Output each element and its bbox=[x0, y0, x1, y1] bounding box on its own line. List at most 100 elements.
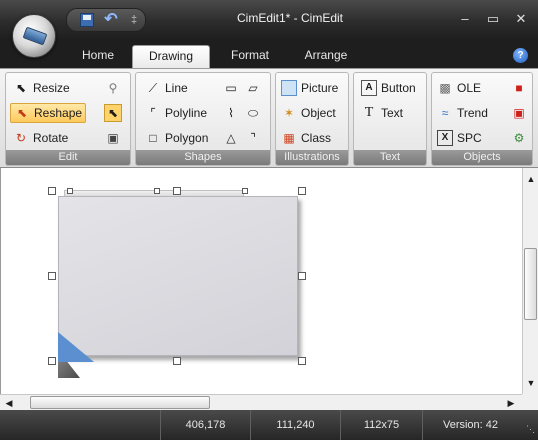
resize-grip-icon[interactable]: ⋱ bbox=[526, 424, 535, 435]
resize-arrow-icon: ⬉ bbox=[15, 81, 27, 95]
resize-button[interactable]: ⬉ Resize bbox=[10, 78, 73, 98]
group-text: A Button T Text Text bbox=[353, 72, 427, 166]
group-illustrations-label: Illustrations bbox=[276, 150, 348, 165]
application-menu-button[interactable] bbox=[12, 14, 56, 58]
horizontal-scrollbar[interactable]: ◀ ▶ bbox=[0, 394, 522, 410]
rotate-arrow-icon: ↻ bbox=[15, 131, 27, 145]
picture-button[interactable]: Picture bbox=[278, 78, 341, 98]
status-object-size: 112x75 bbox=[340, 410, 422, 440]
undo-button[interactable]: ↶ bbox=[101, 11, 121, 29]
scroll-left-icon[interactable]: ◀ bbox=[2, 396, 16, 410]
handle-top-right[interactable] bbox=[298, 187, 306, 195]
horizontal-scroll-thumb[interactable] bbox=[30, 396, 210, 409]
text-icon: T bbox=[364, 105, 374, 120]
polyline-button[interactable]: ⌜ Polyline bbox=[142, 103, 210, 123]
text-button[interactable]: T Text bbox=[358, 103, 406, 123]
handle-middle-left[interactable] bbox=[48, 272, 56, 280]
zoom-icon[interactable]: ⚲ bbox=[104, 79, 122, 97]
activex-icon[interactable]: ■ bbox=[510, 79, 528, 97]
scroll-down-icon[interactable]: ▼ bbox=[524, 376, 538, 390]
text-label: Text bbox=[381, 106, 404, 120]
pipe-icon[interactable]: ⌝ bbox=[244, 129, 262, 147]
status-object-position: 111,240 bbox=[250, 410, 340, 440]
handle-inner-top-right[interactable] bbox=[242, 188, 248, 194]
resize-label: Resize bbox=[33, 81, 70, 95]
reshape-arrow-icon: ⬉ bbox=[16, 106, 28, 120]
reshape-label: Reshape bbox=[34, 106, 83, 120]
trend-label: Trend bbox=[457, 106, 488, 120]
line-label: Line bbox=[165, 81, 188, 95]
ole-button[interactable]: ▩ OLE bbox=[434, 78, 484, 98]
rotate-label: Rotate bbox=[33, 131, 69, 145]
ole-icon: ▩ bbox=[439, 81, 451, 95]
vertical-scroll-thumb[interactable] bbox=[524, 248, 537, 320]
button-button[interactable]: A Button bbox=[358, 78, 419, 98]
spc-icon: X bbox=[437, 130, 453, 146]
status-bar: 406,178 111,240 112x75 Version: 42 ⋱ bbox=[0, 410, 538, 440]
button-label: Button bbox=[381, 81, 416, 95]
tab-arrange[interactable]: Arrange bbox=[290, 45, 362, 68]
save-button[interactable] bbox=[77, 11, 97, 29]
polygon-icon: □ bbox=[149, 131, 157, 145]
class-button[interactable]: ▦ Class bbox=[278, 128, 334, 148]
reshape-button[interactable]: ⬉ Reshape bbox=[10, 103, 87, 123]
polygon-button[interactable]: □ Polygon bbox=[142, 128, 211, 148]
handle-bottom-middle[interactable] bbox=[173, 357, 181, 365]
polyline-label: Polyline bbox=[165, 106, 208, 120]
group-shapes: ⟋ Line ⌜ Polyline □ Polygon ▭ ▱ ⌇ ⬭ △ ⌝ … bbox=[135, 72, 271, 166]
handle-middle-right[interactable] bbox=[298, 272, 306, 280]
line-icon: ⟋ bbox=[148, 81, 158, 95]
status-message bbox=[0, 410, 160, 440]
handle-top-left[interactable] bbox=[48, 187, 56, 195]
quick-access-toolbar: ↶ ‡ bbox=[66, 8, 147, 32]
arc-icon[interactable]: ⌇ bbox=[222, 104, 240, 122]
rotation-marker[interactable] bbox=[58, 332, 94, 362]
spc-button[interactable]: X SPC bbox=[434, 128, 485, 148]
pointer-icon[interactable]: ⬉ bbox=[104, 104, 122, 122]
class-icon: ▦ bbox=[283, 131, 295, 145]
status-cursor-position: 406,178 bbox=[160, 410, 250, 440]
puzzle-icon[interactable]: ▣ bbox=[510, 104, 528, 122]
scroll-up-icon[interactable]: ▲ bbox=[524, 172, 538, 186]
lock-icon[interactable]: ▣ bbox=[104, 129, 122, 147]
gauge-icon[interactable]: ⚙ bbox=[510, 129, 528, 147]
close-button[interactable]: ✕ bbox=[510, 10, 532, 28]
handle-bottom-right[interactable] bbox=[298, 357, 306, 365]
polygon-label: Polygon bbox=[165, 131, 209, 145]
maximize-button[interactable]: ▭ bbox=[482, 10, 504, 28]
button-icon: A bbox=[361, 80, 377, 96]
object-button[interactable]: ✶ Object bbox=[278, 103, 339, 123]
trend-button[interactable]: ≈ Trend bbox=[434, 103, 491, 123]
help-icon[interactable]: ? bbox=[513, 48, 528, 63]
group-edit: ⬉ Resize ⬉ Reshape ↻ Rotate ⚲ ⬉ ▣ Edit bbox=[5, 72, 131, 166]
handle-inner-top-left[interactable] bbox=[67, 188, 73, 194]
title-bar: ↶ ‡ CimEdit1* - CimEdit – ▭ ✕ bbox=[0, 0, 538, 40]
vertical-scrollbar[interactable]: ▲ ▼ bbox=[522, 168, 538, 394]
rotate-button[interactable]: ↻ Rotate bbox=[10, 128, 71, 148]
group-objects-label: Objects bbox=[432, 150, 532, 165]
status-version: Version: 42 bbox=[422, 410, 518, 440]
tab-format[interactable]: Format bbox=[216, 45, 284, 68]
handle-bottom-left[interactable] bbox=[48, 357, 56, 365]
window-title: CimEdit1* - CimEdit bbox=[236, 11, 344, 25]
tab-drawing[interactable]: Drawing bbox=[132, 45, 210, 68]
handle-top-middle[interactable] bbox=[173, 187, 181, 195]
rectangle-icon[interactable]: ▭ bbox=[222, 79, 240, 97]
group-shapes-label: Shapes bbox=[136, 150, 270, 165]
chord-icon[interactable]: △ bbox=[222, 129, 240, 147]
selected-rectangle-shape[interactable] bbox=[58, 196, 298, 356]
line-button[interactable]: ⟋ Line bbox=[142, 78, 191, 98]
ellipse-icon[interactable]: ⬭ bbox=[244, 104, 262, 122]
object-icon: ✶ bbox=[283, 106, 295, 120]
handle-inner-top-middle[interactable] bbox=[154, 188, 160, 194]
ole-label: OLE bbox=[457, 81, 482, 95]
tab-home[interactable]: Home bbox=[70, 45, 126, 68]
picture-icon bbox=[281, 80, 297, 96]
scroll-right-icon[interactable]: ▶ bbox=[504, 396, 518, 410]
qat-customize-button[interactable]: ‡ bbox=[131, 14, 137, 26]
minimize-button[interactable]: – bbox=[454, 10, 476, 28]
picture-label: Picture bbox=[301, 81, 339, 95]
save-icon bbox=[80, 13, 94, 27]
parallelogram-icon[interactable]: ▱ bbox=[244, 79, 262, 97]
group-edit-label: Edit bbox=[6, 150, 130, 165]
